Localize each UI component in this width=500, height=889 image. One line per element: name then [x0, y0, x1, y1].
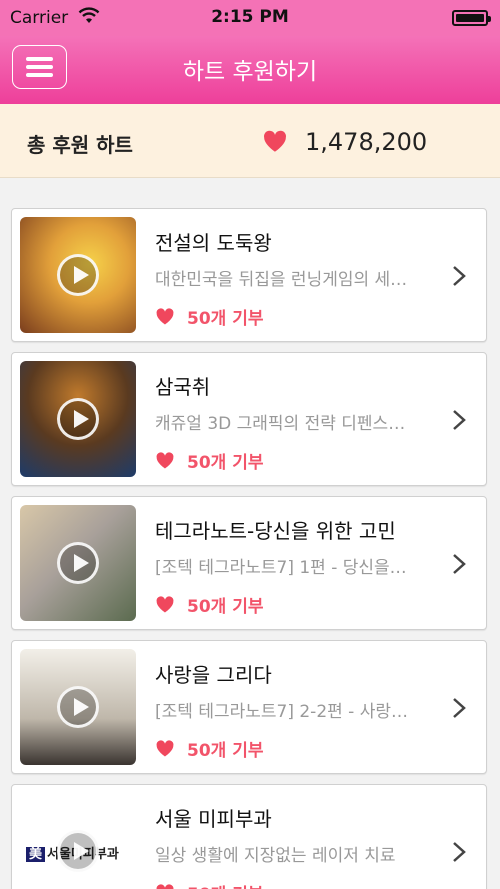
chevron-right-icon	[453, 410, 466, 430]
item-title: 삼국취	[155, 375, 211, 399]
play-icon[interactable]	[57, 830, 99, 872]
play-icon[interactable]	[57, 254, 99, 296]
thumbnail	[20, 505, 136, 621]
thumbnail	[20, 217, 136, 333]
item-description: [조텍 테그라노트7] 1편 - 당신을…	[155, 558, 407, 578]
item-description: 대한민국을 뒤집을 런닝게임의 세…	[155, 270, 408, 290]
heart-icon	[156, 884, 174, 889]
thumbnail: 美 서울미피부과	[20, 793, 136, 889]
total-hearts-value: 1,478,200	[305, 128, 428, 156]
heart-icon	[156, 596, 174, 613]
item-title: 사랑을 그리다	[155, 663, 272, 687]
item-donation-count: 50개 기부	[187, 880, 264, 889]
battery-icon	[452, 10, 491, 26]
heart-icon	[156, 740, 174, 757]
play-icon[interactable]	[57, 542, 99, 584]
chevron-right-icon	[453, 842, 466, 862]
page-title: 하트 후원하기	[182, 59, 318, 85]
chevron-right-icon	[453, 554, 466, 574]
thumbnail	[20, 649, 136, 765]
item-description: 캐쥬얼 3D 그래픽의 전략 디펜스…	[155, 414, 406, 434]
thumbnail	[20, 361, 136, 477]
item-title: 전설의 도둑왕	[155, 231, 272, 255]
item-donation-count: 50개 기부	[187, 741, 264, 761]
clock: 2:15 PM	[211, 7, 289, 27]
total-hearts-bar: 총 후원 하트 1,478,200	[0, 104, 500, 178]
item-title: 서울 미피부과	[155, 807, 272, 831]
status-bar: Carrier 2:15 PM	[0, 0, 500, 36]
play-icon[interactable]	[57, 398, 99, 440]
item-donation-count: 50개 기부	[187, 597, 264, 617]
item-donation-count: 50개 기부	[187, 453, 264, 473]
list-item[interactable]: 삼국취 캐쥬얼 3D 그래픽의 전략 디펜스… 50개 기부	[11, 352, 487, 486]
item-donation-count: 50개 기부	[187, 309, 264, 329]
list-item[interactable]: 美서울미피부과 서울 미피부과 일상 생활에 지장없는 레이저 치료 50개 기…	[11, 784, 487, 889]
chevron-right-icon	[453, 698, 466, 718]
total-hearts-label: 총 후원 하트	[27, 133, 133, 157]
donation-list[interactable]: 전설의 도둑왕 대한민국을 뒤집을 런닝게임의 세… 50개 기부 삼국취 캐쥬…	[0, 178, 500, 889]
heart-icon	[156, 452, 174, 469]
play-icon[interactable]	[57, 686, 99, 728]
list-item[interactable]: 사랑을 그리다 [조텍 테그라노트7] 2-2편 - 사랑… 50개 기부	[11, 640, 487, 774]
nav-bar: 하트 후원하기	[0, 36, 500, 104]
heart-icon	[264, 130, 287, 152]
list-item[interactable]: 전설의 도둑왕 대한민국을 뒤집을 런닝게임의 세… 50개 기부	[11, 208, 487, 342]
list-item[interactable]: 테그라노트-당신을 위한 고민 [조텍 테그라노트7] 1편 - 당신을… 50…	[11, 496, 487, 630]
item-description: [조텍 테그라노트7] 2-2편 - 사랑…	[155, 702, 408, 722]
item-title: 테그라노트-당신을 위한 고민	[155, 519, 396, 543]
heart-icon	[156, 308, 174, 325]
chevron-right-icon	[453, 266, 466, 286]
item-description: 일상 생활에 지장없는 레이저 치료	[155, 846, 396, 866]
